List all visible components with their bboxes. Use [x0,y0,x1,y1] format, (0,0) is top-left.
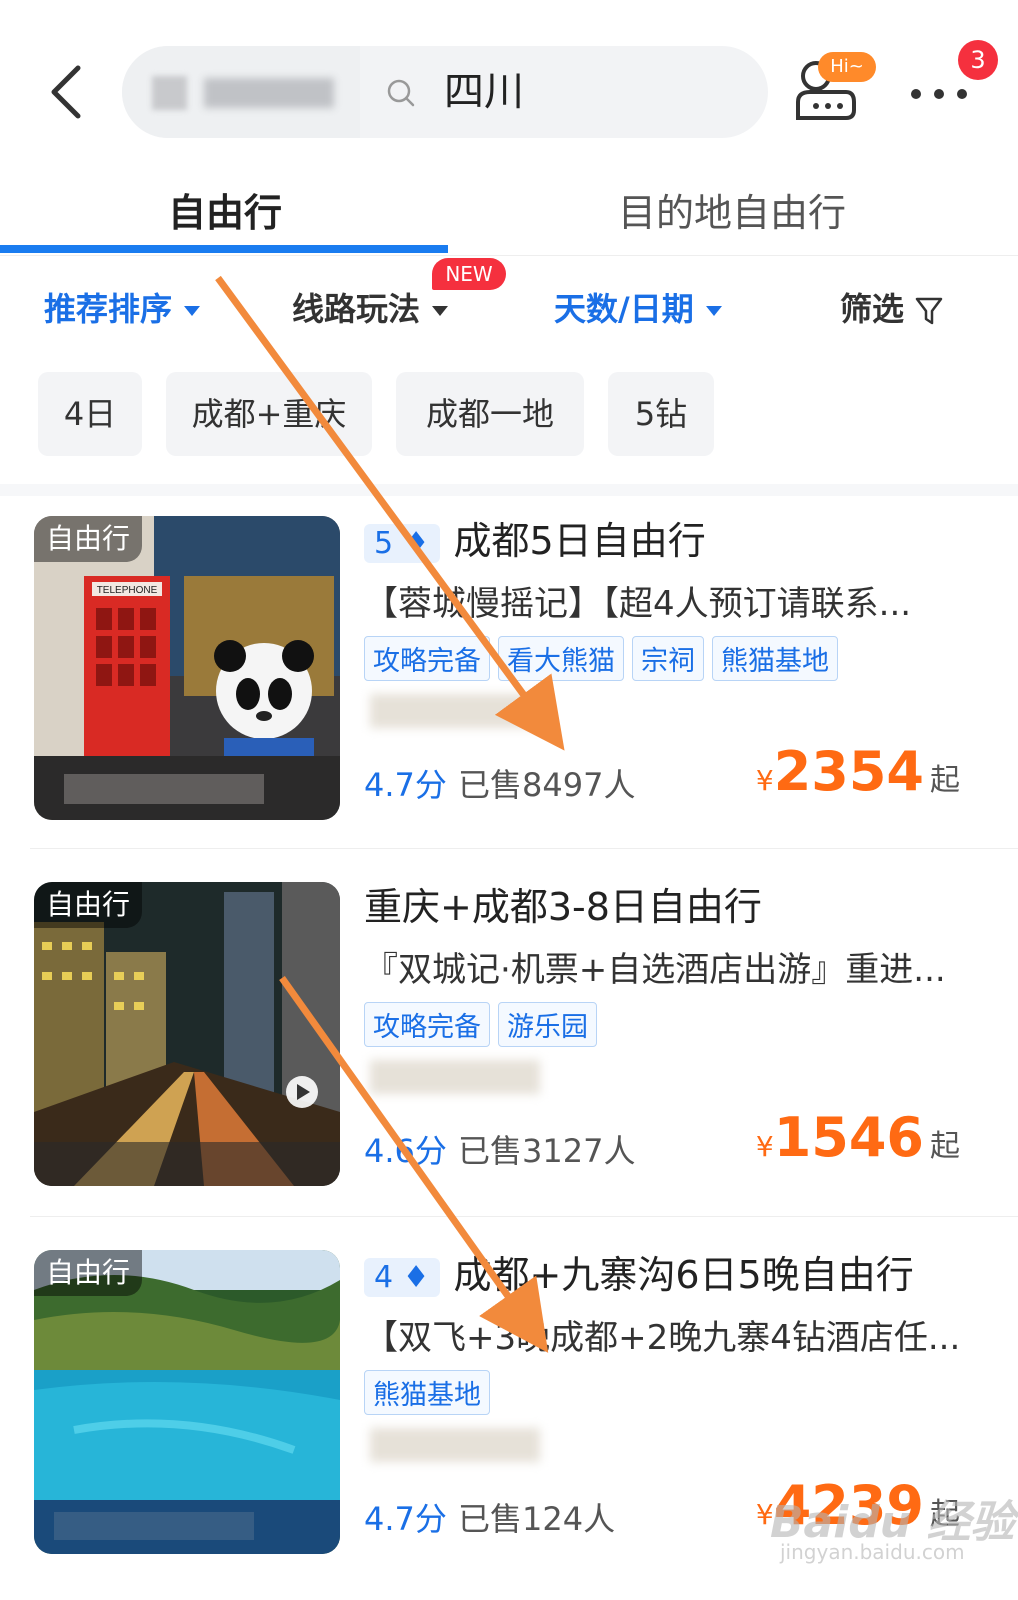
product-tag: 攻略完备 [364,1002,490,1047]
quick-filter-chips: 4日 成都+重庆 成都一地 5钻 [0,372,1018,460]
product-card[interactable]: 自由行 重庆+成都3-8日自由行 『双城记·机票+自选酒店出游』重进... 攻略… [0,852,1018,1212]
back-arrow-icon[interactable] [44,62,94,122]
price-value: 1546 [773,1106,924,1169]
blurred-info [370,694,540,728]
search-input[interactable]: 四川 [444,64,524,120]
filter-bar: 推荐排序 线路玩法 NEW 天数/日期 筛选 [0,258,1018,348]
product-tags: 攻略完备 看大熊猫 宗祠 熊猫基地 [364,636,846,681]
city-selector[interactable] [122,46,360,138]
thumb-tag: 自由行 [34,1250,143,1296]
product-subtitle: 【蓉城慢摇记】【超4人预订请联系... [364,584,912,624]
active-tab-indicator [0,245,448,253]
chip-chengdu-chongqing[interactable]: 成都+重庆 [166,372,372,456]
sold-count: 已售3127人 [458,1132,636,1170]
currency-symbol: ¥ [755,764,774,797]
product-image[interactable]: 自由行 [34,882,340,1186]
search-icon [387,79,415,107]
sold-count: 已售8497人 [458,766,636,804]
notification-badge: 3 [958,40,998,80]
product-tag: 熊猫基地 [712,636,838,681]
product-title-text: 成都5日自由行 [453,519,706,563]
tab-free-travel[interactable]: 自由行 [168,182,282,237]
product-title[interactable]: 重庆+成都3-8日自由行 [364,876,762,931]
price-suffix: 起 [930,763,960,798]
tab-bar: 自由行 目的地自由行 [0,160,1018,256]
product-tags: 熊猫基地 [364,1370,498,1415]
product-price: ¥1546 起 [756,1106,960,1169]
blurred-info [370,1060,540,1094]
product-title-text: 成都+九寨沟6日5晚自由行 [453,1253,914,1297]
chip-5-diamond[interactable]: 5钻 [608,372,714,456]
product-card[interactable]: TELEPHONE 自由行 5 ♦ 成都5日自由行 【蓉城慢摇记】【超4人预订请联… [0,486,1018,846]
baidu-watermark-url: jingyan.baidu.com [780,1540,965,1564]
product-rating: 4.7分 [364,1500,447,1538]
chevron-down-icon [184,306,201,316]
diamond-rating: 5 ♦ [364,524,440,563]
svg-text:TELEPHONE: TELEPHONE [97,585,158,596]
diamond-rating: 4 ♦ [364,1258,440,1297]
tab-destination-free-travel[interactable]: 目的地自由行 [618,182,846,237]
product-image[interactable]: 自由行 [34,1250,340,1554]
search-bar[interactable]: 四川 [122,46,768,138]
chevron-down-icon [705,306,722,316]
days-date-label: 天数/日期 [554,290,694,328]
price-value: 2354 [773,740,924,803]
thumb-tag: 自由行 [34,882,143,928]
product-rating: 4.6分 [364,1132,447,1170]
product-tag: 攻略完备 [364,636,490,681]
chip-chengdu-only[interactable]: 成都一地 [396,372,584,456]
funnel-icon [915,297,943,325]
filter-label: 筛选 [840,290,905,328]
sold-count: 已售124人 [458,1500,616,1538]
currency-symbol: ¥ [755,1130,774,1163]
product-image[interactable]: TELEPHONE 自由行 [34,516,340,820]
product-tag: 熊猫基地 [364,1370,490,1415]
product-title[interactable]: 5 ♦ 成都5日自由行 [364,510,706,565]
price-suffix: 起 [930,1129,960,1164]
route-dropdown[interactable]: 线路玩法 [292,284,449,330]
blurred-city-icon [152,76,187,110]
chevron-down-icon [432,306,449,316]
product-rating: 4.7分 [364,766,447,804]
days-date-dropdown[interactable]: 天数/日期 [554,284,722,330]
card-divider [30,1216,1018,1217]
sort-label: 推荐排序 [44,290,173,328]
hi-badge: Hi~ [818,52,876,82]
thumb-tag: 自由行 [34,516,143,562]
top-bar: 四川 Hi~ 3 [0,0,1018,140]
product-tag: 看大熊猫 [498,636,624,681]
product-subtitle: 『双城记·机票+自选酒店出游』重进... [364,950,946,990]
sort-dropdown[interactable]: 推荐排序 [44,284,201,330]
product-tag: 宗祠 [632,636,704,681]
blurred-info [370,1428,540,1462]
product-tags: 攻略完备 游乐园 [364,1002,605,1047]
new-badge: NEW [432,258,506,290]
card-divider [30,848,1018,849]
product-tag: 游乐园 [498,1002,597,1047]
route-label: 线路玩法 [292,290,421,328]
chip-4-days[interactable]: 4日 [38,372,142,456]
product-subtitle: 【双飞+3晚成都+2晚九寨4钻酒店任... [364,1318,961,1358]
product-price: ¥2354 起 [756,740,960,803]
filter-button[interactable]: 筛选 [840,284,943,330]
product-title[interactable]: 4 ♦ 成都+九寨沟6日5晚自由行 [364,1244,914,1299]
blurred-city-name [204,78,334,108]
